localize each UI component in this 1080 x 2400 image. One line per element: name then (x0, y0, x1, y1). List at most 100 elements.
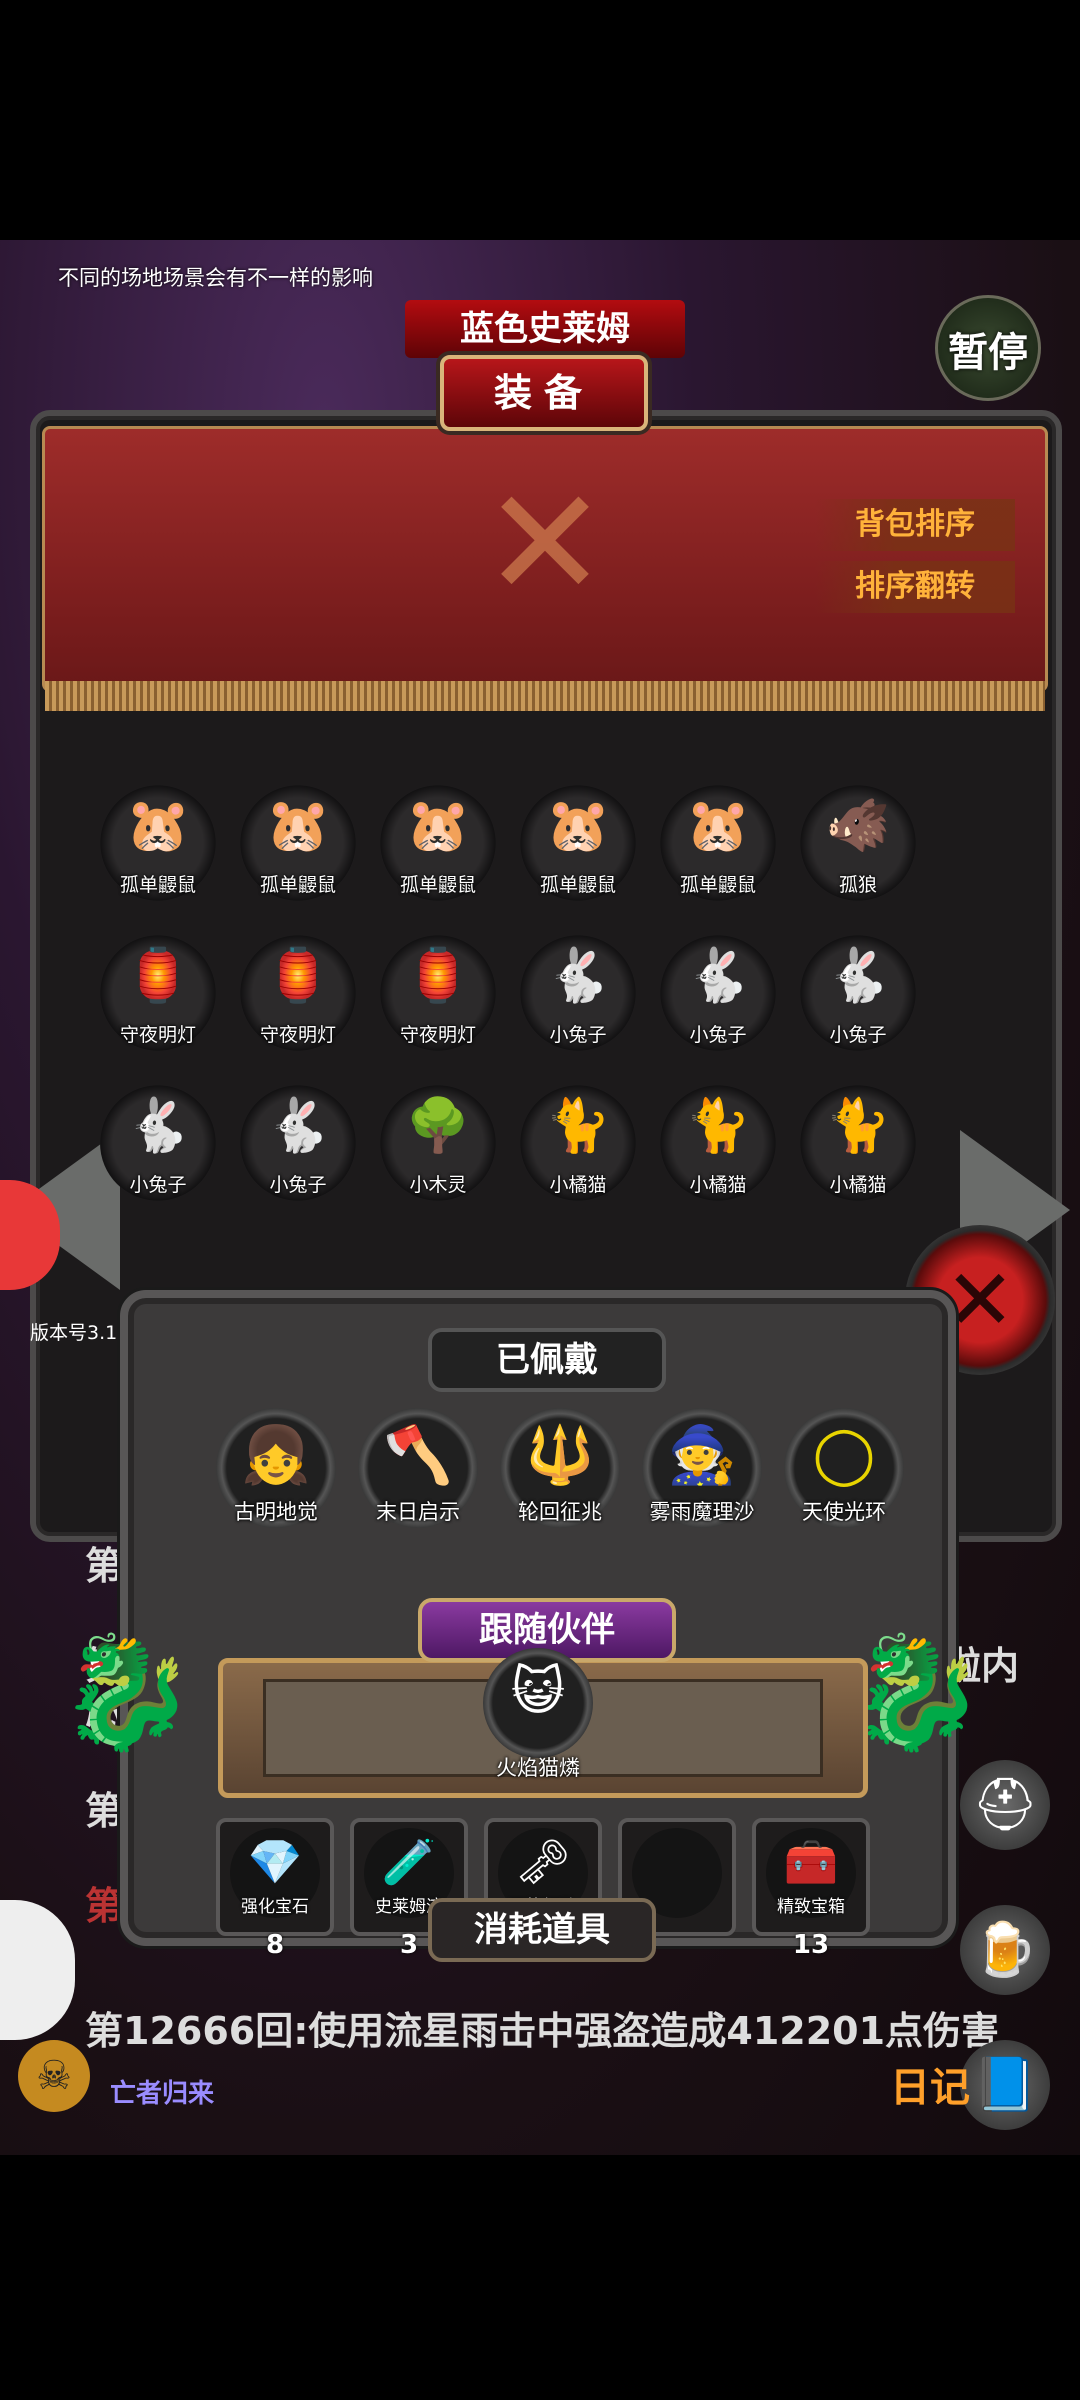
backpack-slot[interactable]: 🐹 孤单鼹鼠 (520, 785, 636, 901)
mole-icon: 🐹 (545, 796, 611, 856)
mole-icon: 🐹 (405, 796, 471, 856)
treant-icon: 🌳 (405, 1096, 471, 1156)
hero-name: 蓝色史莱姆 (460, 309, 630, 349)
worn-item-name: 雾雨魔理沙 (649, 1500, 755, 1524)
key-icon: 🗝 (515, 1837, 571, 1888)
backpack-slot[interactable]: 🐈 小橘猫 (520, 1085, 636, 1201)
wolf-icon: 🐗 (825, 796, 891, 856)
worn-item-name: 古明地觉 (234, 1500, 318, 1524)
cat-icon: 🐈 (545, 1096, 611, 1156)
scene-hint: 不同的场地场景会有不一样的影响 (58, 266, 373, 290)
pause-button[interactable]: 暂停 (935, 295, 1041, 401)
backpack-slot[interactable]: 🐹 孤单鼹鼠 (380, 785, 496, 901)
pause-label: 暂停 (948, 330, 1028, 376)
cat-icon: 🐈 (685, 1096, 751, 1156)
witch-icon: 🧙 (667, 1423, 737, 1488)
worn-slot[interactable]: ◯ 天使光环 (784, 1408, 904, 1528)
backpack-item-name: 小橘猫 (549, 1174, 607, 1196)
consumable-count: 8 (265, 1930, 285, 1960)
backpack-item-name: 小木灵 (409, 1174, 467, 1196)
backpack-item-name: 小橘猫 (689, 1174, 747, 1196)
backpack-item-name: 守夜明灯 (119, 1024, 196, 1046)
backpack-slot[interactable]: 🐹 孤单鼹鼠 (240, 785, 356, 901)
girl-icon: 👧 (241, 1423, 311, 1488)
consumable-slot[interactable]: 🧰 精致宝箱 13 (752, 1818, 870, 1960)
backpack-item-name: 小兔子 (269, 1174, 327, 1196)
backpack-slot[interactable]: 🐇 小兔子 (100, 1085, 216, 1201)
mole-icon: 🐹 (685, 796, 751, 856)
backpack-slot[interactable]: 🐈 小橘猫 (660, 1085, 776, 1201)
rabbit-icon: 🐇 (825, 946, 891, 1006)
reverse-sort-button[interactable]: 排序翻转 (815, 561, 1015, 613)
backpack-item-name: 小兔子 (549, 1024, 607, 1046)
beer-mug-icon[interactable]: 🍺 (960, 1905, 1050, 1995)
backpack-slot[interactable]: 🌳 小木灵 (380, 1085, 496, 1201)
game-screen: 不同的场地场景会有不一样的影响 第 第 2 醉啦内 心 第 第 第12666回:… (0, 240, 1080, 2155)
dragon-statue-icon: 🐉 (848, 1628, 985, 1756)
backpack-item-name: 孤狼 (838, 874, 877, 896)
sort-backpack-button[interactable]: 背包排序 (815, 499, 1015, 551)
worn-title: 已佩戴 (428, 1328, 666, 1392)
backpack-item-name: 小橘猫 (829, 1174, 887, 1196)
backpack-item-name: 孤单鼹鼠 (539, 874, 616, 896)
lantern-icon: 🏮 (405, 946, 471, 1006)
consumable-name: 强化宝石 (241, 1897, 309, 1917)
lantern-icon: 🏮 (125, 946, 191, 1006)
backpack-slot[interactable]: 🐇 小兔子 (240, 1085, 356, 1201)
consumable-slot[interactable]: 💎 强化宝石 8 (216, 1818, 334, 1960)
lantern-icon: 🏮 (265, 946, 331, 1006)
backpack-item-name: 孤单鼹鼠 (259, 874, 336, 896)
side-helper-icon[interactable] (0, 1900, 75, 2040)
undead-skull-icon[interactable]: ☠ (18, 2040, 90, 2112)
worn-slot[interactable]: 🪓 末日启示 (358, 1408, 478, 1528)
worn-item-name: 轮回征兆 (518, 1500, 602, 1524)
companion-slot[interactable]: 😺 火焰猫燐 (483, 1648, 593, 1780)
mole-icon: 🐹 (265, 796, 331, 856)
worn-slot[interactable]: 👧 古明地觉 (216, 1408, 336, 1528)
backpack-slot[interactable]: 🐇 小兔子 (520, 935, 636, 1051)
backpack-slot[interactable]: 🐗 孤狼 (800, 785, 916, 901)
companion-name: 火焰猫燐 (496, 1756, 580, 1780)
backpack-slot[interactable]: 🏮 守夜明灯 (240, 935, 356, 1051)
rabbit-icon: 🐇 (545, 946, 611, 1006)
crossed-swords-icon: ✕ (482, 457, 608, 631)
backpack-slot[interactable]: 🐇 小兔子 (660, 935, 776, 1051)
backpack-item-name: 守夜明灯 (399, 1024, 476, 1046)
diary-book-icon[interactable]: 📘 (960, 2040, 1050, 2130)
backpack-item-name: 小兔子 (829, 1024, 887, 1046)
rabbit-icon: 🐇 (125, 1096, 191, 1156)
log-line: 第 (85, 1884, 124, 1928)
consumable-count: 13 (792, 1930, 830, 1960)
backpack-item-name: 守夜明灯 (259, 1024, 336, 1046)
log-line: 第 (85, 1544, 124, 1588)
log-line-latest: 第12666回:使用流星雨击中强盗造成412201点伤害 (85, 2009, 1000, 2053)
catgirl-icon: 😺 (510, 1662, 566, 1722)
backpack-slot[interactable]: 🐹 孤单鼹鼠 (100, 785, 216, 901)
backpack-slot[interactable]: 🐇 小兔子 (800, 935, 916, 1051)
backpack-item-name: 孤单鼹鼠 (679, 874, 756, 896)
knight-helmet-icon[interactable]: ⛑ (960, 1760, 1050, 1850)
worn-slot[interactable]: 🧙 雾雨魔理沙 (642, 1408, 762, 1528)
undead-return-label[interactable]: 亡者归来 (110, 2073, 214, 2110)
backpack-slot[interactable]: 🐹 孤单鼹鼠 (660, 785, 776, 901)
backpack-item-name: 孤单鼹鼠 (119, 874, 196, 896)
potion-icon: 🧪 (381, 1837, 437, 1888)
hero-name-ribbon: 蓝色史莱姆 (405, 300, 685, 358)
consumable-name: 精致宝箱 (777, 1897, 845, 1917)
version-label: 版本号3.16 (30, 1322, 130, 1344)
backpack-item-name: 小兔子 (689, 1024, 747, 1046)
diary-label[interactable]: 日记 (890, 2055, 970, 2113)
halo-icon: ◯ (812, 1422, 876, 1487)
banner-fringe (45, 681, 1045, 711)
chest-icon: 🧰 (783, 1837, 839, 1888)
rabbit-icon: 🐇 (685, 946, 751, 1006)
gem-icon: 💎 (247, 1837, 303, 1888)
mole-icon: 🐹 (125, 796, 191, 856)
dragon-statue-icon: 🐉 (58, 1628, 195, 1756)
panel-title: 装备 (440, 355, 648, 431)
backpack-slot[interactable]: 🏮 守夜明灯 (100, 935, 216, 1051)
backpack-slot[interactable]: 🏮 守夜明灯 (380, 935, 496, 1051)
backpack-item-name: 小兔子 (129, 1174, 187, 1196)
backpack-slot[interactable]: 🐈 小橘猫 (800, 1085, 916, 1201)
worn-slot[interactable]: 🔱 轮回征兆 (500, 1408, 620, 1528)
